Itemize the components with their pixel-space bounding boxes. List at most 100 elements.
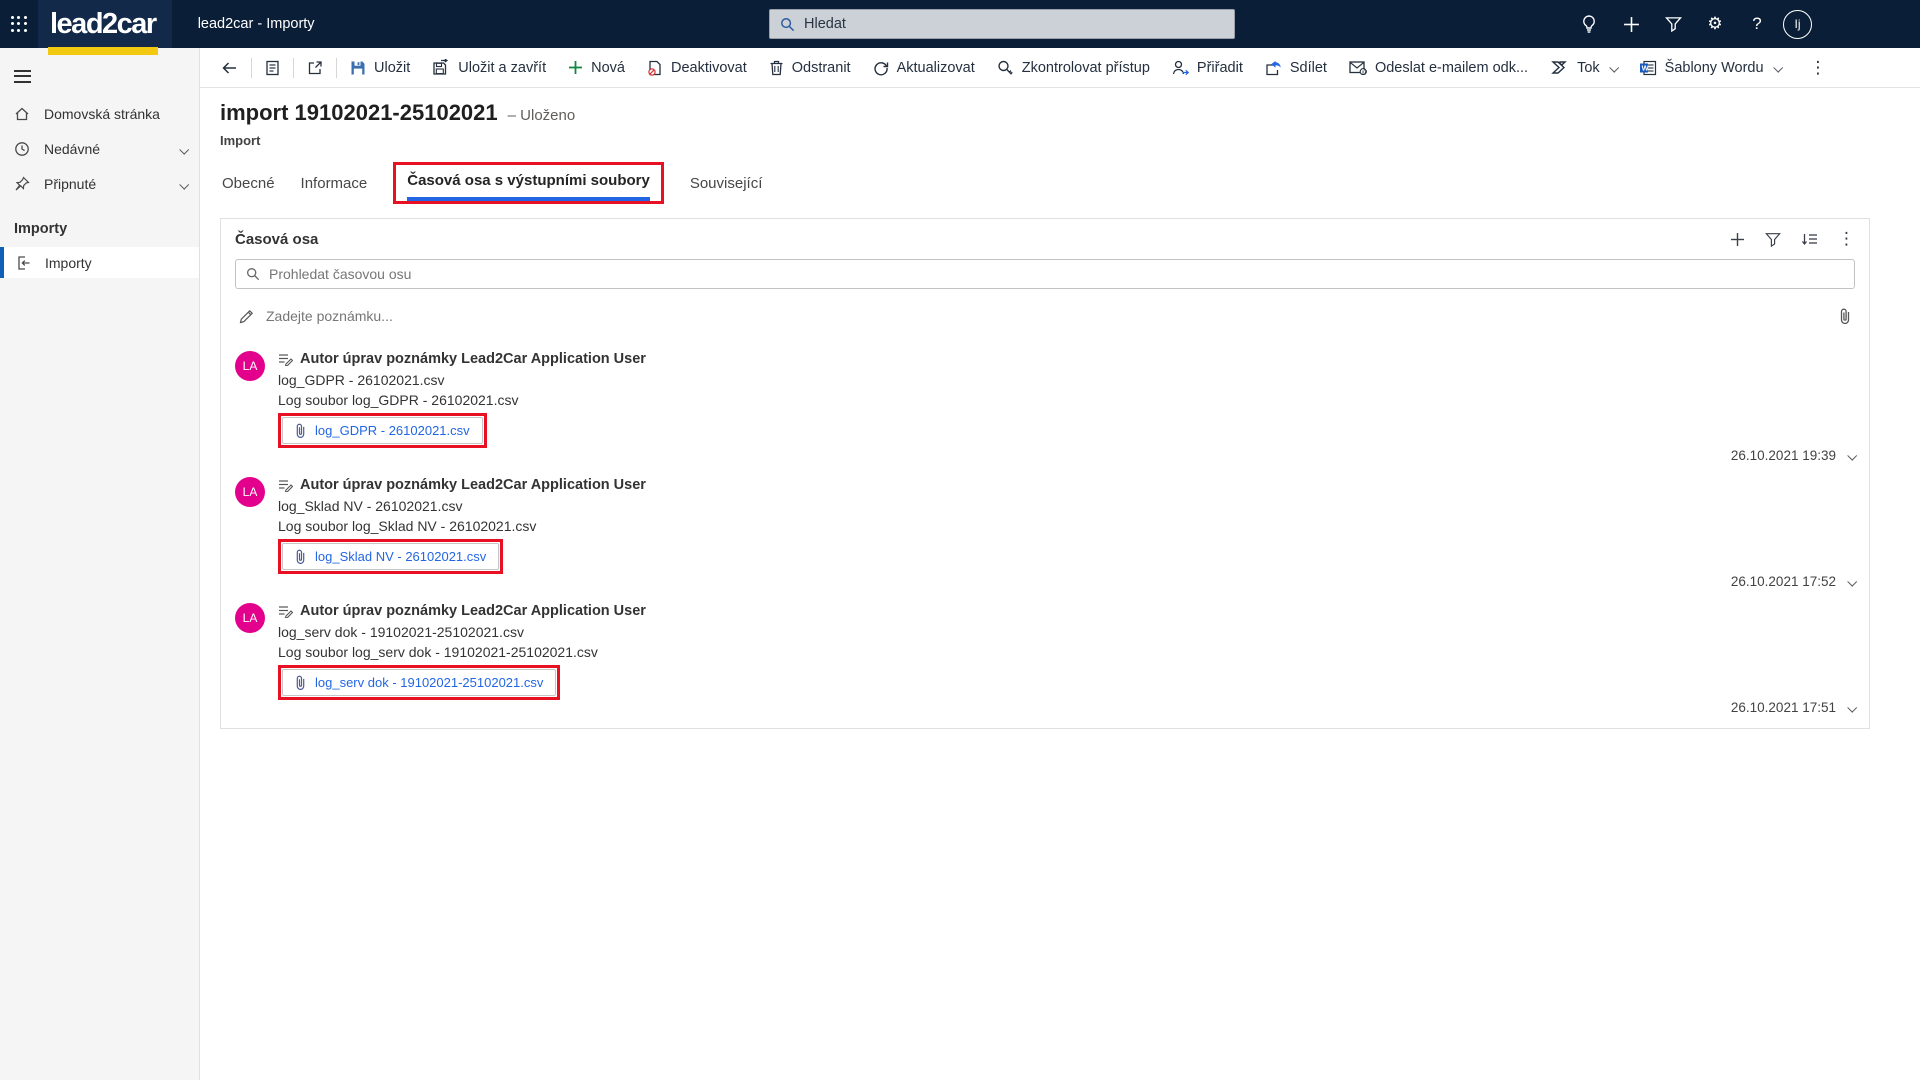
entry-body-text: Log soubor log_Sklad NV - 26102021.csv [278, 518, 1855, 534]
tab-obecne[interactable]: Obecné [222, 175, 275, 204]
entry-subject: log_serv dok - 19102021-25102021.csv [278, 624, 1855, 640]
delete-button[interactable]: Odstranit [758, 52, 862, 84]
waffle-menu-icon[interactable] [0, 0, 38, 48]
timeline-title: Časová osa [235, 231, 318, 248]
tab-souvisejici[interactable]: Související [690, 175, 763, 204]
note-icon [278, 352, 293, 366]
assign-button[interactable]: Přiřadit [1161, 52, 1254, 84]
flow-button[interactable]: Tok [1539, 52, 1628, 84]
avatar: LA [235, 351, 265, 381]
sidebar-section-title: Importy [0, 217, 199, 241]
more-commands-icon[interactable]: ⋮ [1798, 58, 1839, 78]
check-access-button[interactable]: Zkontrolovat přístup [986, 52, 1161, 84]
hamburger-menu-icon[interactable] [0, 56, 44, 96]
search-icon [780, 17, 795, 32]
new-button[interactable]: Nová [557, 52, 636, 84]
global-search-input[interactable]: Hledat [769, 9, 1235, 39]
search-icon [246, 267, 260, 281]
paperclip-icon [295, 675, 306, 690]
attachment-chip[interactable]: log_GDPR - 26102021.csv [282, 417, 483, 444]
save-button[interactable]: Uložit [339, 52, 421, 84]
note-icon [278, 478, 293, 492]
app-title: lead2car - Importy [198, 16, 315, 32]
save-close-icon [432, 59, 450, 76]
deactivate-icon [647, 60, 663, 76]
expand-entry-chevron-icon[interactable] [1848, 448, 1855, 463]
deactivate-button[interactable]: Deaktivovat [636, 52, 758, 84]
note-placeholder: Zadejte poznámku... [266, 308, 393, 324]
note-icon [278, 604, 293, 618]
expand-entry-chevron-icon[interactable] [1848, 574, 1855, 589]
form-tabs: Obecné Informace Časová osa s výstupními… [222, 158, 762, 204]
note-input[interactable]: Zadejte poznámku... [235, 303, 1855, 329]
sidebar: Domovská stránka Nedávné Připnuté Import… [0, 48, 200, 1080]
back-button[interactable] [210, 52, 249, 84]
sidebar-item-pinned[interactable]: Připnuté [0, 166, 199, 201]
entry-timestamp: 26.10.2021 17:51 [1731, 700, 1836, 715]
popout-button[interactable] [296, 52, 334, 84]
annotation-box-attachment: log_Sklad NV - 26102021.csv [278, 539, 503, 574]
attachment-link[interactable]: log_GDPR - 26102021.csv [315, 423, 470, 438]
user-avatar[interactable]: Ij [1783, 10, 1812, 39]
timeline-filter-icon[interactable] [1765, 232, 1781, 247]
command-bar: Uložit Uložit a zavřít Nová Deaktivovat … [200, 48, 1920, 88]
logo-underline [48, 47, 158, 55]
expand-entry-chevron-icon[interactable] [1848, 700, 1855, 715]
assign-person-icon [1172, 60, 1189, 76]
quick-create-plus-icon[interactable] [1615, 8, 1647, 40]
attachment-chip[interactable]: log_serv dok - 19102021-25102021.csv [282, 669, 556, 696]
key-magnifier-icon [997, 60, 1014, 76]
email-icon: @ [1349, 60, 1367, 75]
email-link-button[interactable]: @ Odeslat e-mailem odk... [1338, 52, 1539, 84]
separator [293, 58, 294, 78]
form-selector-button[interactable] [254, 52, 291, 84]
separator [251, 58, 252, 78]
entry-timestamp: 26.10.2021 19:39 [1731, 448, 1836, 463]
timeline-sort-icon[interactable] [1801, 232, 1818, 247]
page-title: import 19102021-25102021 [220, 100, 498, 126]
attachment-chip[interactable]: log_Sklad NV - 26102021.csv [282, 543, 499, 570]
attach-file-icon[interactable] [1839, 308, 1851, 324]
logo-text: lead2car [50, 8, 156, 41]
gear-icon[interactable]: ⚙ [1699, 8, 1731, 40]
sidebar-item-label: Připnuté [44, 176, 96, 192]
sidebar-item-importy[interactable]: Importy [0, 247, 199, 278]
save-status: – Uloženo [508, 107, 576, 124]
sidebar-item-home[interactable]: Domovská stránka [0, 96, 199, 131]
help-icon[interactable]: ? [1741, 8, 1773, 40]
timeline-entry: LA Autor úprav poznámky Lead2Car Applica… [235, 603, 1855, 715]
svg-text:W: W [1641, 63, 1649, 72]
clock-icon [14, 141, 31, 157]
form-icon [265, 60, 280, 76]
share-icon [1265, 60, 1282, 76]
annotation-box-active-tab: Časová osa s výstupními soubory [393, 162, 664, 204]
top-bar: lead2car lead2car - Importy Hledat ⚙ ? I… [0, 0, 1920, 48]
refresh-icon [873, 60, 889, 76]
timeline-search-input[interactable]: Prohledat časovou osu [235, 259, 1855, 289]
save-and-close-button[interactable]: Uložit a zavřít [421, 52, 557, 84]
pencil-icon [239, 309, 254, 324]
chevron-down-icon [1610, 60, 1617, 76]
tab-informace[interactable]: Informace [301, 175, 368, 204]
refresh-button[interactable]: Aktualizovat [862, 52, 986, 84]
sidebar-item-recent[interactable]: Nedávné [0, 131, 199, 166]
timeline-more-icon[interactable]: ⋮ [1838, 229, 1855, 249]
plus-icon [568, 60, 583, 75]
share-button[interactable]: Sdílet [1254, 52, 1338, 84]
attachment-link[interactable]: log_Sklad NV - 26102021.csv [315, 549, 486, 564]
trash-icon [769, 60, 784, 76]
flow-icon [1550, 60, 1569, 75]
entry-title: Autor úprav poznámky Lead2Car Applicatio… [300, 477, 646, 493]
filter-icon[interactable] [1657, 8, 1689, 40]
timeline-card: Časová osa ⋮ Prohledat časovou osu Zadej… [220, 218, 1870, 729]
app-logo[interactable]: lead2car [38, 0, 172, 48]
timeline-entries: LA Autor úprav poznámky Lead2Car Applica… [235, 351, 1855, 715]
attachment-link[interactable]: log_serv dok - 19102021-25102021.csv [315, 675, 543, 690]
lightbulb-icon[interactable] [1573, 8, 1605, 40]
tab-casova-osa[interactable]: Časová osa s výstupními soubory [407, 172, 650, 189]
arrow-left-icon [221, 60, 238, 76]
timeline-add-icon[interactable] [1730, 232, 1745, 247]
chevron-down-icon [1774, 60, 1781, 76]
word-templates-button[interactable]: W Šablony Wordu [1628, 52, 1792, 84]
timeline-entry: LA Autor úprav poznámky Lead2Car Applica… [235, 477, 1855, 589]
